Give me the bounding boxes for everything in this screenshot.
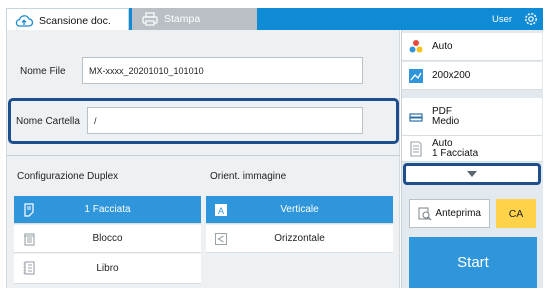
- preview-label: Anteprima: [435, 208, 481, 219]
- resolution-icon: [409, 69, 423, 83]
- folder-name-value: /: [94, 115, 97, 126]
- tablet-binding-icon: [24, 233, 35, 246]
- landscape-a-icon: [215, 233, 227, 245]
- color-mode-value: Auto: [432, 41, 453, 52]
- preview-button[interactable]: Anteprima: [409, 199, 490, 228]
- duplex-title: Configurazione Duplex: [17, 171, 119, 182]
- folder-name-label: Nome Cartella: [16, 116, 80, 127]
- color-dots-icon: [409, 40, 423, 53]
- orientation-option-label: Verticale: [280, 204, 319, 215]
- duplex-summary-mode: Auto: [432, 137, 453, 149]
- orientation-option-label: Orizzontale: [274, 233, 325, 244]
- orientation-option-verticale[interactable]: A Verticale: [206, 196, 393, 224]
- single-side-icon: [24, 203, 34, 217]
- start-button[interactable]: Start: [409, 237, 537, 288]
- orientation-option-orizzontale[interactable]: Orizzontale: [206, 225, 393, 253]
- tab-scan-document[interactable]: Scansione doc.: [6, 8, 129, 32]
- file-format-icon: [409, 113, 423, 122]
- preview-icon: [418, 207, 432, 221]
- color-mode-setting[interactable]: Auto: [402, 33, 542, 61]
- duplex-option-label: Blocco: [92, 233, 123, 244]
- resolution-value: 200x200: [432, 70, 471, 81]
- duplex-summary-sides: 1 Facciata: [432, 147, 479, 159]
- file-format-setting[interactable]: PDF Medio: [402, 98, 542, 136]
- duplex-option-label: 1 Facciata: [84, 204, 131, 215]
- document-icon: [410, 141, 422, 157]
- tab-print-label: Stampa: [164, 13, 201, 25]
- section-divider: [6, 155, 400, 156]
- svg-text:A: A: [218, 206, 224, 216]
- file-name-value: MX-xxxx_20201010_101010: [89, 65, 204, 76]
- tab-print[interactable]: Stampa: [132, 8, 257, 30]
- duplex-option-blocco[interactable]: Blocco: [14, 225, 201, 253]
- duplex-option-libro[interactable]: Libro: [14, 254, 201, 284]
- start-label: Start: [457, 254, 489, 271]
- cloud-upload-icon: [15, 14, 33, 27]
- gear-icon[interactable]: [523, 11, 539, 27]
- ca-button[interactable]: CA: [496, 199, 536, 228]
- folder-name-field[interactable]: /: [87, 107, 363, 134]
- portrait-a-icon: A: [215, 204, 227, 216]
- file-format-compression: Medio: [432, 115, 460, 127]
- chevron-down-icon: [467, 171, 477, 177]
- printer-icon: [142, 12, 158, 26]
- user-label[interactable]: User: [492, 14, 512, 25]
- orientation-title: Orient. immagine: [210, 171, 287, 182]
- duplex-option-label: Libro: [96, 263, 119, 274]
- tab-scan-label: Scansione doc.: [39, 14, 111, 27]
- duplex-summary-setting[interactable]: Auto 1 Facciata: [402, 136, 542, 162]
- book-binding-icon: [23, 261, 35, 275]
- duplex-option-1-facciata[interactable]: 1 Facciata: [14, 196, 201, 224]
- file-name-field[interactable]: MX-xxxx_20201010_101010: [82, 57, 363, 84]
- scan-screen: Scansione doc. Stampa User Nome File MX-…: [0, 0, 548, 294]
- expand-settings-button[interactable]: [403, 163, 541, 185]
- resolution-setting[interactable]: 200x200: [402, 62, 542, 90]
- file-format-type: PDF: [432, 105, 452, 117]
- ca-label: CA: [508, 207, 524, 220]
- file-name-label: Nome File: [20, 66, 66, 77]
